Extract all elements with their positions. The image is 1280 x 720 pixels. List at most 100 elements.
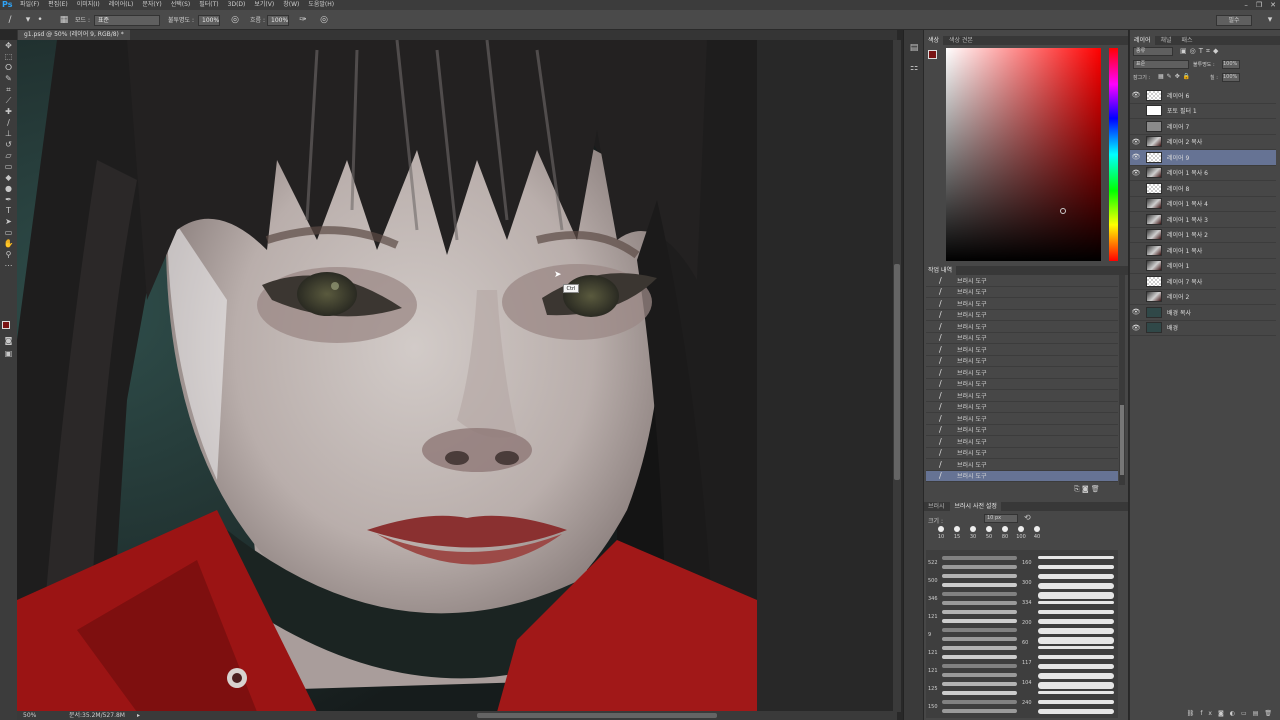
brush-preset-stroke[interactable] — [942, 565, 1017, 569]
brush-tip[interactable]: 15 — [950, 526, 964, 540]
history-brush-tool-icon[interactable]: ↺ — [0, 139, 17, 150]
brush-preset-stroke[interactable] — [1038, 673, 1114, 679]
workspace-select[interactable]: 필수 — [1216, 15, 1252, 26]
lasso-tool-icon[interactable]: ⵔ — [0, 62, 17, 73]
zoom-tool-icon[interactable]: ⚲ — [0, 249, 17, 260]
visibility-eye-icon[interactable]: 👁 — [1130, 138, 1142, 146]
quick-mask-icon[interactable]: ◙ — [0, 335, 17, 346]
brush-preset-stroke[interactable] — [1038, 583, 1114, 589]
hand-tool-icon[interactable]: ✋ — [0, 238, 17, 249]
history-item[interactable]: ∕ 브러시 도구 — [926, 298, 1118, 310]
layer-row[interactable]: 👁 레이어 9 — [1130, 150, 1276, 166]
visibility-eye-icon[interactable]: 👁 — [1130, 169, 1142, 177]
brush-tip[interactable]: 80 — [998, 526, 1012, 540]
layer-row[interactable]: 레이어 1 복사 4 — [1130, 197, 1276, 212]
layers-footer-icons[interactable]: ⛓fx◙◐▭▤🗑 — [1132, 710, 1278, 717]
layer-row[interactable]: 레이어 1 복사 2 — [1130, 228, 1276, 243]
brush-preset-stroke[interactable] — [942, 655, 1017, 659]
portrait-painting[interactable]: Ctrl ➤ — [17, 40, 757, 712]
maximize-icon[interactable]: ❐ — [1256, 0, 1262, 10]
brush-presets-grid[interactable]: 522 500 346 121 9 121 121 125 150 160 300 334 200 60 1… — [926, 550, 1118, 718]
menu-item-6[interactable]: 필터(T) — [199, 0, 218, 10]
brush-preset-stroke[interactable] — [1038, 637, 1114, 644]
tab-brush-presets[interactable]: 브러시 사전 설정 — [950, 502, 1001, 511]
brush-preset-stroke[interactable] — [942, 601, 1017, 605]
menu-item-0[interactable]: 파일(F) — [20, 0, 39, 10]
brush-preset-stroke[interactable] — [1038, 610, 1114, 614]
tab-paths[interactable]: 패스 — [1177, 36, 1196, 45]
brush-preset-stroke[interactable] — [942, 583, 1017, 587]
history-item[interactable]: ∕ 브러시 도구 — [926, 390, 1118, 402]
new-document-from-state-icon[interactable]: ⎘ — [1074, 485, 1080, 493]
layer-row[interactable]: 레이어 1 복사 — [1130, 243, 1276, 259]
layer-row[interactable]: 👁 레이어 2 복사 — [1130, 135, 1276, 150]
history-item[interactable]: ∕ 브러시 도구 — [926, 310, 1118, 321]
history-item[interactable]: ∕ 브러시 도구 — [926, 448, 1118, 459]
brush-preset-stroke[interactable] — [1038, 664, 1114, 669]
history-item[interactable]: ∕ 브러시 도구 — [926, 470, 1118, 482]
layer-row[interactable]: 👁 레이어 1 복사 6 — [1130, 166, 1276, 181]
canvas-area[interactable]: Ctrl ➤ — [17, 40, 897, 712]
lock-icons[interactable]: ▦✎✥🔒 — [1158, 73, 1193, 80]
delete-state-icon[interactable]: 🗑 — [1091, 485, 1100, 493]
tab-layers[interactable]: 레이어 — [1130, 36, 1155, 45]
brush-preset-stroke[interactable] — [1038, 655, 1114, 659]
layer-row[interactable]: 👁 배경 — [1130, 321, 1276, 336]
brush-preset-stroke[interactable] — [1038, 601, 1114, 604]
pressure-opacity-icon[interactable]: ◎ — [229, 14, 241, 26]
brush-preset-stroke[interactable] — [1038, 682, 1114, 689]
color-picker-marker[interactable] — [1060, 208, 1066, 214]
brush-preset-stroke[interactable] — [942, 691, 1017, 695]
layer-row[interactable]: 레이어 2 — [1130, 290, 1276, 305]
canvas-horizontal-scrollbar[interactable] — [477, 713, 717, 718]
menu-item-7[interactable]: 3D(D) — [228, 0, 246, 10]
marquee-tool-icon[interactable]: ⬚ — [0, 51, 17, 62]
history-panel-icon[interactable]: ▤ — [904, 38, 924, 58]
history-item[interactable]: ∕ 브러시 도구 — [926, 379, 1118, 390]
menu-item-3[interactable]: 레이어(L) — [109, 0, 134, 10]
brush-preset-stroke[interactable] — [942, 637, 1017, 641]
brush-tip[interactable]: 30 — [966, 526, 980, 540]
brush-tip[interactable]: 100 — [1014, 526, 1028, 540]
menu-item-2[interactable]: 이미지(I) — [77, 0, 100, 10]
brush-tool-preset-icon[interactable]: ∕ — [4, 14, 16, 26]
color-picker-field[interactable] — [946, 48, 1101, 261]
canvas-vertical-scrollbar[interactable] — [893, 40, 901, 712]
tab-color[interactable]: 색상 — [924, 36, 944, 45]
history-scrollbar[interactable] — [1119, 275, 1125, 485]
tab-channels[interactable]: 채널 — [1156, 36, 1175, 45]
visibility-eye-icon[interactable]: 👁 — [1130, 324, 1142, 332]
brush-tip[interactable]: 50 — [982, 526, 996, 540]
menu-item-5[interactable]: 선택(S) — [171, 0, 191, 10]
history-item[interactable]: ∕ 브러시 도구 — [926, 402, 1118, 413]
pressure-size-icon[interactable]: ◎ — [318, 14, 330, 26]
brush-preset-stroke[interactable] — [1038, 592, 1114, 599]
visibility-eye-icon[interactable]: 👁 — [1130, 153, 1142, 161]
blur-tool-icon[interactable]: ◆ — [0, 172, 17, 183]
quick-select-tool-icon[interactable]: ✎ — [0, 73, 17, 84]
brush-tip[interactable]: 40 — [1030, 526, 1044, 540]
history-item[interactable]: ∕ 브러시 도구 — [926, 287, 1118, 298]
mode-select[interactable]: 표준 — [94, 15, 160, 26]
menu-item-8[interactable]: 보기(V) — [254, 0, 274, 10]
brush-size-picker-icon[interactable]: • — [34, 14, 46, 26]
color-panel-foreground-swatch[interactable] — [928, 50, 937, 59]
history-item[interactable]: ∕ 브러시 도구 — [926, 413, 1118, 425]
brush-preset-stroke[interactable] — [942, 664, 1017, 668]
history-item[interactable]: ∕ 브러시 도구 — [926, 425, 1118, 436]
layer-kind-filter[interactable]: 종류 — [1133, 47, 1173, 56]
history-item[interactable]: ∕ 브러시 도구 — [926, 275, 1118, 287]
brush-preset-stroke[interactable] — [942, 592, 1017, 596]
brush-tool-icon[interactable]: ∕ — [0, 117, 17, 128]
pen-tool-icon[interactable]: ✒ — [0, 194, 17, 205]
tab-brush[interactable]: 브러시 — [924, 502, 949, 511]
menu-item-10[interactable]: 도움말(H) — [308, 0, 334, 10]
brush-panel-toggle-icon[interactable]: ▦ — [58, 14, 70, 26]
path-selection-tool-icon[interactable]: ➤ — [0, 216, 17, 227]
healing-brush-tool-icon[interactable]: ✚ — [0, 106, 17, 117]
brush-preset-stroke[interactable] — [1038, 565, 1114, 569]
more-tools-icon[interactable]: ⋯ — [0, 260, 17, 271]
minimize-icon[interactable]: – — [1244, 0, 1248, 10]
tab-history[interactable]: 작업 내역 — [924, 266, 956, 275]
brush-preset-stroke[interactable] — [942, 673, 1017, 677]
